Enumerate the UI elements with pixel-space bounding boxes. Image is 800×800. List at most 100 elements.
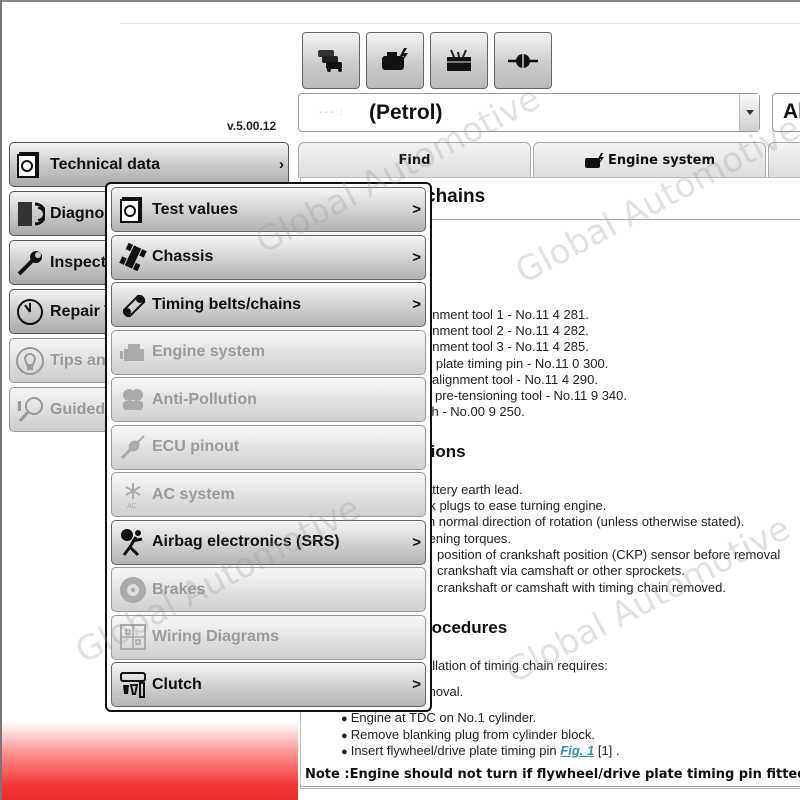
submenu-item-label: Timing belts/chains	[152, 295, 302, 313]
chassis-icon	[119, 242, 147, 272]
battery-button[interactable]	[430, 32, 488, 89]
clutch-icon	[120, 671, 146, 698]
submenu-item-brakes[interactable]: Brakes	[111, 567, 426, 612]
tab-find[interactable]: Find	[298, 142, 531, 178]
battery-icon	[447, 49, 471, 71]
tab-bar: Find Engine system	[298, 142, 800, 178]
procedure-bullet: Engine at TDC on No.1 cylinder.	[341, 710, 536, 725]
chevron-right-icon: ›	[279, 156, 284, 173]
procedure-bullet-text: Remove blanking plug from cylinder block…	[350, 727, 595, 742]
submenu-item-label: Airbag electronics (SRS)	[152, 533, 340, 550]
submenu-item-label: Anti-Pollution	[152, 390, 257, 408]
submenu-item-label: Brakes	[152, 580, 206, 598]
menu-item-label: Technical data	[50, 155, 160, 173]
precaution-line: crankshaft via camshaft or other sprocke…	[437, 563, 685, 578]
tool-line: pre-tensioning tool - No.11 9 340.	[435, 388, 627, 403]
precaution-line: rk plugs to ease turning engine.	[425, 498, 607, 513]
technical-data-submenu: Test values > Chassis > Timing belts/cha…	[105, 182, 432, 712]
submenu-item-ecu-pinout[interactable]: ECU pinout	[111, 424, 426, 470]
ac-caption: AC	[127, 503, 137, 510]
manual-icon	[120, 196, 142, 223]
diagnosis-icon	[18, 201, 45, 226]
menu-item-label: Inspecti	[50, 253, 111, 271]
tool-line: gnment tool 2 - No.11 4 282.	[425, 323, 589, 338]
clock-icon	[17, 298, 43, 325]
procedure-bullet-text: Insert flywheel/drive plate timing pin	[350, 743, 557, 758]
submenu-item-engine-system[interactable]: Engine system	[111, 329, 426, 375]
manual-icon	[17, 151, 39, 178]
precaution-line: in normal direction of rotation (unless …	[425, 514, 745, 529]
tool-line: ch - No.00 9 250.	[425, 404, 525, 419]
submenu-item-test-values[interactable]: Test values >	[111, 187, 426, 232]
cars-icon	[318, 49, 342, 72]
engine-icon	[120, 344, 144, 361]
connector-icon	[508, 53, 538, 68]
vehicle-select-value: (Petrol)	[369, 100, 443, 124]
status-gradient-bar	[2, 722, 298, 800]
engine-icon	[382, 47, 408, 70]
submenu-item-anti-pollution[interactable]: Anti-Pollution	[111, 377, 426, 422]
submenu-item-clutch[interactable]: Clutch >	[111, 662, 426, 707]
precaution-line: crankshaft or camshaft with timing chain…	[437, 580, 727, 595]
figure-reference: [1] .	[597, 743, 620, 758]
tool-line: gnment tool 3 - No.11 4 285.	[425, 339, 589, 354]
header-divider	[120, 23, 800, 24]
submenu-item-label: Engine system	[152, 343, 265, 360]
submenu-item-chassis[interactable]: Chassis >	[111, 234, 426, 280]
procedure-bullet-text: Engine at TDC on No.1 cylinder.	[350, 710, 537, 725]
procedure-bullet: Remove blanking plug from cylinder block…	[341, 727, 595, 742]
submenu-item-label: AC system	[152, 485, 235, 503]
submenu-item-label: Test values	[152, 200, 238, 218]
menu-item-label: Diagnos	[50, 204, 114, 222]
engine-button[interactable]	[366, 32, 424, 89]
submenu-item-ac-system[interactable]: AC AC system	[111, 472, 426, 517]
pollution-icon	[123, 388, 143, 410]
secondary-select-value: Al	[783, 100, 800, 123]
plug-icon	[120, 435, 145, 460]
window-frame-left	[0, 0, 2, 800]
menu-item-technical-data[interactable]: Technical data ›	[9, 142, 289, 187]
procedures-intro: allation of timing chain requires:	[425, 658, 608, 673]
wiring-icon	[120, 624, 146, 650]
chevron-right-icon: >	[412, 296, 421, 313]
precaution-line: position of crankshaft position (CKP) se…	[437, 547, 781, 562]
chevron-down-icon[interactable]	[739, 94, 759, 131]
precaution-line: attery earth lead.	[425, 482, 523, 497]
note-divider	[301, 786, 800, 787]
vehicle-select[interactable]: --- : (Petrol)	[298, 93, 760, 132]
submenu-item-label: ECU pinout	[152, 438, 240, 455]
vehicle-selection-button[interactable]	[302, 32, 360, 89]
timing-belt-icon	[122, 294, 146, 317]
submenu-item-timing-belts[interactable]: Timing belts/chains >	[111, 282, 426, 327]
airbag-icon	[121, 529, 143, 557]
figure-link[interactable]: Fig. 1	[560, 743, 594, 758]
precaution-line: tening torques.	[425, 531, 512, 546]
chevron-right-icon: >	[412, 201, 421, 218]
submenu-item-label: Wiring Diagrams	[152, 628, 279, 645]
tool-line: gnment tool 1 - No.11 4 281.	[425, 307, 589, 322]
snowflake-icon: AC	[125, 482, 141, 510]
tab-engine-system-label: Engine system	[607, 153, 716, 168]
secondary-select[interactable]: Al	[772, 93, 800, 132]
engine-icon	[584, 152, 604, 168]
tool-line: e plate timing pin - No.11 0 300.	[425, 356, 609, 371]
submenu-item-wiring-diagrams[interactable]: Wiring Diagrams	[111, 614, 426, 660]
submenu-item-airbag[interactable]: Airbag electronics (SRS) >	[111, 519, 426, 565]
lightbulb-icon	[16, 346, 44, 375]
brake-disc-icon	[120, 576, 146, 603]
procedure-bullet: Insert flywheel/drive plate timing pin F…	[341, 743, 620, 758]
document-title: chains	[425, 186, 486, 207]
menu-item-label: Guided	[50, 400, 106, 418]
wrench-icon	[17, 250, 42, 275]
tab-engine-system[interactable]: Engine system	[533, 142, 766, 178]
submenu-item-label: Chassis	[152, 248, 214, 265]
connector-button[interactable]	[494, 32, 552, 89]
procedures-heading: rocedures	[425, 618, 508, 637]
chevron-right-icon: >	[412, 248, 421, 266]
vehicle-model-obscured: --- :	[319, 107, 345, 118]
tab-find-label: Find	[398, 153, 431, 168]
tab-more[interactable]	[768, 142, 800, 178]
chevron-right-icon: >	[412, 533, 421, 551]
note-text: Note :Engine should not turn if flywheel…	[305, 767, 800, 782]
tool-line: alignment tool - No.11 4 290.	[432, 372, 598, 387]
